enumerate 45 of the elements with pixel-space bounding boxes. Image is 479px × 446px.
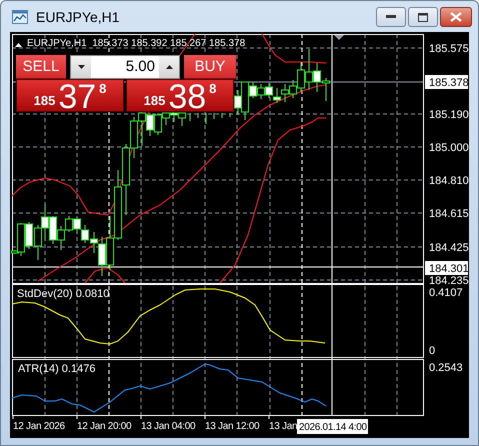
indicator-scale: 0 bbox=[429, 345, 436, 357]
price-tick: 185.190 bbox=[429, 109, 469, 121]
close-button[interactable] bbox=[440, 7, 472, 27]
pips-value: 38 bbox=[168, 80, 206, 114]
bid-price-label: 185.378 bbox=[429, 77, 469, 89]
price-tick: 184.425 bbox=[429, 242, 469, 254]
price-tick: 184.810 bbox=[429, 175, 469, 187]
pips-value: 37 bbox=[58, 80, 96, 114]
volume-field[interactable]: 5.00 bbox=[70, 55, 180, 79]
time-tick: 12 Jan 2026 bbox=[13, 421, 65, 432]
sell-button[interactable]: SELL bbox=[16, 55, 66, 79]
time-tick: 13 Jan 12:00 bbox=[205, 421, 260, 432]
maximize-button[interactable] bbox=[408, 7, 438, 27]
maximize-icon bbox=[418, 12, 428, 22]
window-title: EURJPYe,H1 bbox=[36, 8, 121, 24]
minimize-icon bbox=[386, 15, 396, 19]
price-tick: 185.000 bbox=[429, 142, 469, 154]
caret-up-icon bbox=[166, 65, 172, 69]
time-tick: 13 Jan bbox=[269, 421, 298, 432]
indicator-scale: 0.2543 bbox=[429, 362, 463, 374]
price-tick: 185.575 bbox=[429, 43, 469, 55]
indicator-label: StdDev(20) 0.0810 bbox=[17, 288, 110, 300]
fraction-digit: 8 bbox=[209, 81, 216, 96]
big-figure: 185 bbox=[34, 93, 56, 108]
band-line bbox=[262, 34, 326, 64]
minimize-button[interactable] bbox=[376, 7, 406, 27]
collapse-arrow-icon[interactable] bbox=[15, 43, 22, 47]
shift-marker-icon bbox=[334, 35, 344, 40]
ask-price-label: 184.301 bbox=[429, 263, 469, 275]
price-tick: 184.615 bbox=[429, 208, 469, 220]
caret-down-icon bbox=[78, 65, 84, 69]
buy-button[interactable]: BUY bbox=[184, 55, 236, 79]
volume-value: 5.00 bbox=[124, 57, 156, 77]
chart-window-icon bbox=[12, 10, 28, 24]
close-icon bbox=[450, 12, 462, 22]
cursor-time-label: 2026.01.14 4:00 bbox=[299, 422, 367, 433]
decrease-button[interactable] bbox=[71, 56, 91, 78]
indicator-label: ATR(14) 0.1476 bbox=[18, 363, 96, 375]
price-tick: 184.235 bbox=[429, 275, 469, 287]
fraction-digit: 8 bbox=[99, 81, 106, 96]
time-tick: 12 Jan 20:00 bbox=[77, 421, 132, 432]
time-tick: 13 Jan 04:00 bbox=[141, 421, 196, 432]
increase-button[interactable] bbox=[159, 56, 179, 78]
big-figure: 185 bbox=[144, 93, 166, 108]
indicator-scale: 0.4107 bbox=[429, 287, 463, 299]
